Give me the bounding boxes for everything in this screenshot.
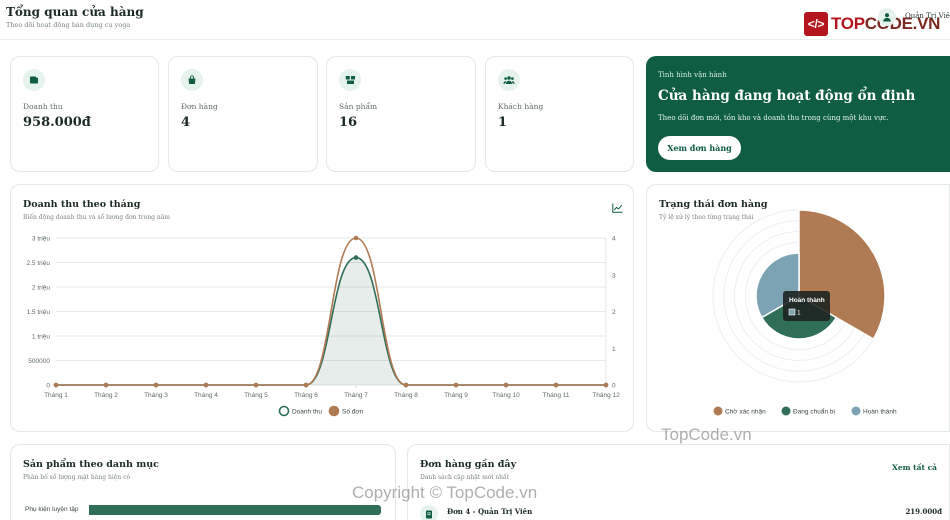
data-point: [453, 382, 459, 388]
tooltip-title: Hoàn thành: [789, 297, 825, 304]
category-label: Phụ kiện luyện tập: [25, 506, 79, 513]
x-tick-label: Tháng 11: [543, 392, 570, 399]
revenue-chart-panel: Doanh thu theo tháng Biến động doanh thu…: [10, 184, 634, 432]
logo-mark-icon: </>: [804, 12, 828, 36]
receipt-icon: [420, 505, 438, 520]
page-subtitle: Theo dõi hoạt động bán dụng cụ yoga: [6, 21, 131, 29]
data-point: [203, 382, 209, 388]
x-tick-label: Tháng 4: [194, 392, 218, 399]
panel-subtitle: Danh sách cập nhật mới nhất: [420, 474, 510, 481]
banner-title: Cửa hàng đang hoạt động ổn định: [658, 88, 916, 104]
panel-title: Đơn hàng gần đây: [420, 459, 517, 470]
x-tick-label: Tháng 7: [344, 392, 368, 399]
y-tick-label-right: 1: [612, 346, 616, 353]
data-point: [353, 255, 359, 260]
category-panel: Sản phẩm theo danh mục Phân bố số lượng …: [10, 444, 396, 520]
y-tick-label-left: 1 triệu: [32, 334, 50, 341]
y-tick-label-left: 2 triệu: [32, 285, 50, 292]
stat-card-customers: Khách hàng 1: [485, 56, 634, 172]
y-tick-label-right: 0: [612, 383, 616, 390]
y-tick-label-left: 2.5 triệu: [27, 260, 51, 267]
logo-text-top: TOP: [831, 14, 865, 33]
order-status-polar-chart: Hoàn thành 1 Chờ xác nhận Đang chuẩn bị Hoàn…: [712, 209, 897, 416]
y-tick-label-right: 4: [612, 236, 616, 243]
panel-subtitle: Phân bố số lượng mặt hàng hiện có: [23, 474, 131, 481]
legend-swatch: [713, 406, 723, 416]
stat-card-products: Sản phẩm 16: [326, 56, 476, 172]
banner-description: Theo dõi đơn mới, tồn kho và doanh thu t…: [658, 114, 889, 122]
y-tick-label-right: 2: [612, 309, 616, 316]
data-point: [503, 382, 509, 388]
y-tick-label-right: 3: [612, 272, 616, 279]
page-title: Tổng quan cửa hàng: [6, 5, 144, 19]
data-point: [153, 382, 159, 388]
order-row[interactable]: Đơn 4 - Quản Trị Viên 219.000đ: [418, 503, 942, 520]
tooltip-value: 1: [797, 310, 801, 317]
page-header: Tổng quan cửa hàng Theo dõi hoạt động bá…: [0, 0, 950, 40]
stat-value: 958.000đ: [23, 115, 91, 130]
revenue-line-chart: 0 500000 1 triệu 1.5 triệu 2 triệu 2.5 triệu 3…: [27, 235, 620, 417]
tooltip-box: [783, 291, 830, 321]
legend-label: Doanh thu: [292, 409, 322, 416]
x-tick-label: Tháng 9: [444, 392, 468, 399]
x-tick-label: Tháng 6: [294, 392, 318, 399]
y-tick-label-left: 3 triệu: [32, 236, 50, 243]
tooltip-swatch: [788, 308, 796, 316]
user-name[interactable]: Quản Trị Viên: [905, 12, 950, 20]
legend-label: Chờ xác nhận: [725, 409, 766, 416]
x-tick-label: Tháng 3: [144, 392, 168, 399]
order-name: Đơn 4 - Quản Trị Viên: [447, 507, 533, 516]
order-status-panel: Trạng thái đơn hàng Tỷ lệ xử lý theo từn…: [646, 184, 950, 432]
data-point: [603, 382, 609, 388]
legend-label: Hoàn thành: [863, 409, 897, 416]
chart-tooltip: Hoàn thành 1: [783, 291, 830, 321]
category-bar: [89, 505, 381, 515]
legend-swatch: [278, 405, 290, 417]
wallet-icon: [23, 69, 45, 91]
stat-value: 4: [181, 115, 191, 130]
x-tick-label: Tháng 5: [244, 392, 268, 399]
x-tick-label: Tháng 8: [394, 392, 418, 399]
data-point: [353, 235, 359, 241]
legend-label: Số đơn: [342, 407, 364, 416]
x-tick-label: Tháng 1: [44, 392, 68, 399]
x-tick-label: Tháng 12: [592, 392, 620, 399]
data-point: [53, 382, 59, 388]
data-point: [253, 382, 259, 388]
stat-label: Khách hàng: [498, 102, 544, 111]
panel-title: Sản phẩm theo danh mục: [23, 459, 159, 470]
legend-swatch: [328, 405, 340, 417]
banner-kicker: Tình hình vận hành: [658, 71, 727, 79]
stat-label: Đơn hàng: [181, 102, 218, 111]
stat-value: 1: [498, 115, 508, 130]
order-total: 219.000đ: [905, 507, 942, 516]
stat-card-revenue: Doanh thu 958.000đ: [10, 56, 159, 172]
legend-swatch: [781, 406, 791, 416]
data-point: [403, 382, 409, 388]
operations-banner: Tình hình vận hành Cửa hàng đang hoạt độ…: [646, 56, 950, 172]
user-avatar[interactable]: [878, 8, 896, 26]
recent-orders-panel: Đơn hàng gần đây Danh sách cập nhật mới …: [407, 444, 950, 520]
view-all-link[interactable]: Xem tất cả: [892, 463, 937, 472]
x-tick-label: Tháng 2: [94, 392, 118, 399]
data-point: [553, 382, 559, 388]
shopping-bag-icon: [181, 69, 203, 91]
stat-label: Doanh thu: [23, 102, 63, 111]
y-tick-label-left: 0: [46, 383, 50, 390]
legend-swatch: [851, 406, 861, 416]
x-tick-label: Tháng 10: [492, 392, 520, 399]
data-point: [303, 382, 309, 388]
stat-card-orders: Đơn hàng 4: [168, 56, 318, 172]
y-tick-label-left: 500000: [28, 358, 50, 365]
boxes-icon: [339, 69, 361, 91]
y-tick-label-left: 1.5 triệu: [27, 309, 51, 316]
user-icon: [883, 13, 891, 22]
stat-label: Sản phẩm: [339, 102, 378, 111]
legend-label: Đang chuẩn bị: [793, 408, 835, 416]
stat-value: 16: [339, 115, 358, 130]
users-icon: [498, 69, 520, 91]
data-point: [103, 382, 109, 388]
view-orders-button[interactable]: Xem đơn hàng: [658, 136, 741, 160]
